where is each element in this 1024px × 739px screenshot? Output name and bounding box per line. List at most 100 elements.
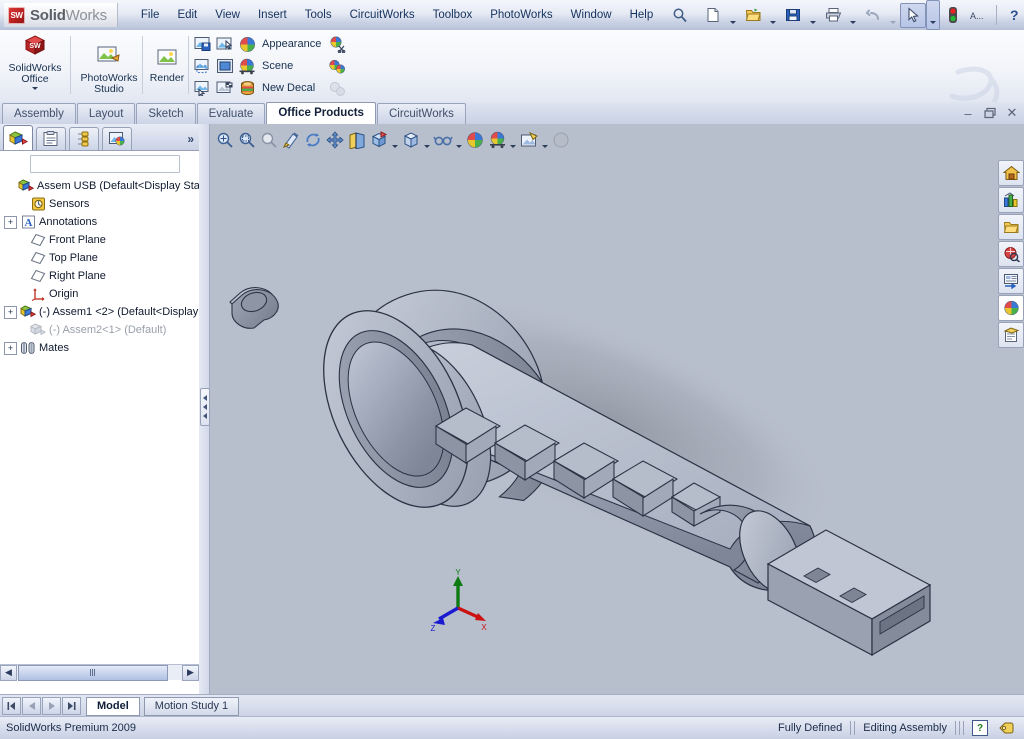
search-button[interactable] — [998, 241, 1024, 267]
render-button[interactable]: Render — [146, 30, 188, 84]
tab-office-products[interactable]: Office Products — [266, 102, 376, 124]
tab-sketch[interactable]: Sketch — [136, 103, 196, 124]
custom-properties-button[interactable] — [998, 322, 1024, 348]
save-dropdown[interactable] — [806, 0, 820, 30]
shadow-button[interactable] — [550, 129, 572, 151]
prev-tab-button[interactable] — [22, 697, 41, 715]
tree-item-origin[interactable]: Origin — [2, 285, 200, 303]
undo-button[interactable] — [860, 3, 886, 28]
design-library-button[interactable] — [998, 187, 1024, 213]
tag-icon[interactable] — [996, 721, 1018, 735]
tree-item-assem1[interactable]: + (-) Assem1 <2> (Default<Display — [2, 303, 200, 321]
appearance-copy-icon[interactable] — [326, 56, 348, 76]
tree-item-mates[interactable]: + Mates — [2, 339, 200, 357]
menu-tools[interactable]: Tools — [296, 6, 341, 24]
edit-appearance-view-button[interactable] — [464, 129, 486, 151]
configuration-manager-tab[interactable] — [69, 127, 99, 150]
render-save-icon[interactable] — [192, 34, 214, 54]
menu-help[interactable]: Help — [621, 6, 663, 24]
tree-item-annotations[interactable]: + A Annotations — [2, 213, 200, 231]
menu-view[interactable]: View — [206, 6, 249, 24]
section-view-button[interactable] — [346, 129, 368, 151]
hide-show-items-button[interactable] — [432, 129, 454, 151]
render-flag-icon[interactable] — [214, 78, 236, 98]
new-decal-label[interactable]: New Decal — [262, 82, 315, 94]
open-document-button[interactable] — [740, 3, 766, 28]
tree-expander-plus[interactable]: + — [4, 215, 17, 229]
restore-document-button[interactable] — [980, 102, 1000, 124]
previous-view-button[interactable] — [280, 129, 302, 151]
scroll-right-arrow-icon[interactable]: ▶ — [182, 664, 199, 681]
tree-item-top-plane[interactable]: Top Plane — [2, 249, 200, 267]
menu-insert[interactable]: Insert — [249, 6, 296, 24]
rebuild-button[interactable] — [940, 3, 966, 28]
menu-window[interactable]: Window — [562, 6, 621, 24]
splitter-grip-handle[interactable] — [200, 388, 210, 426]
solidworks-office-button[interactable]: SW SolidWorks Office — [2, 30, 68, 90]
appearance-sphere-icon[interactable] — [236, 34, 258, 54]
apply-scene-dropdown[interactable] — [508, 126, 518, 154]
tree-item-sensors[interactable]: Sensors — [2, 195, 200, 213]
view-settings-dropdown[interactable] — [540, 126, 550, 154]
close-document-button[interactable]: ✕ — [1002, 102, 1022, 124]
graphics-viewport[interactable]: Y X Z — [210, 124, 1024, 694]
render-preview-icon[interactable] — [192, 56, 214, 76]
tab-model[interactable]: Model — [86, 696, 140, 716]
menu-edit[interactable]: Edit — [168, 6, 206, 24]
print-button[interactable] — [820, 3, 846, 28]
save-button[interactable] — [780, 3, 806, 28]
view-settings-button[interactable] — [518, 129, 540, 151]
view-orientation-dropdown[interactable] — [390, 126, 400, 154]
appearances-scenes-button[interactable] — [998, 295, 1024, 321]
panel-splitter[interactable] — [199, 124, 210, 694]
pan-button[interactable] — [324, 129, 346, 151]
scroll-left-arrow-icon[interactable]: ◀ — [0, 664, 17, 681]
search-icon[interactable] — [672, 4, 688, 26]
scene-label[interactable]: Scene — [262, 60, 293, 72]
scene-frame-icon[interactable] — [214, 56, 236, 76]
tab-assembly[interactable]: Assembly — [2, 103, 76, 124]
tab-layout[interactable]: Layout — [76, 103, 136, 124]
next-tab-button[interactable] — [42, 697, 61, 715]
zoom-fit-button[interactable] — [214, 129, 236, 151]
tree-expander-plus[interactable]: + — [4, 305, 17, 319]
rotate-view-button[interactable] — [302, 129, 324, 151]
tree-item-assem-usb[interactable]: Assem USB (Default<Display State-1 — [2, 177, 200, 195]
file-explorer-button[interactable] — [998, 214, 1024, 240]
decal-bucket-icon[interactable] — [236, 78, 258, 98]
property-manager-tab[interactable] — [36, 127, 66, 150]
appearance-label[interactable]: Appearance — [262, 38, 321, 50]
feature-tree-horizontal-scrollbar[interactable]: ◀ ▶ — [0, 664, 199, 681]
photoworks-studio-button[interactable]: PhotoWorks Studio — [74, 30, 144, 95]
view-palette-button[interactable] — [998, 268, 1024, 294]
hide-show-items-dropdown[interactable] — [454, 126, 464, 154]
open-document-dropdown[interactable] — [766, 0, 780, 30]
display-style-button[interactable] — [400, 129, 422, 151]
first-tab-button[interactable] — [2, 697, 21, 715]
view-orientation-button[interactable] — [368, 129, 390, 151]
menu-photoworks[interactable]: PhotoWorks — [481, 6, 561, 24]
feature-manager-tab[interactable] — [3, 125, 33, 150]
help-button[interactable]: ? — [1001, 3, 1024, 28]
last-tab-button[interactable] — [62, 697, 81, 715]
usb-flash-drive-model[interactable] — [210, 124, 1024, 694]
select-button[interactable] — [900, 2, 927, 28]
new-document-dropdown[interactable] — [726, 0, 740, 30]
display-style-dropdown[interactable] — [422, 126, 432, 154]
scrollbar-thumb[interactable] — [18, 664, 168, 681]
status-help-icon[interactable]: ? — [972, 720, 988, 736]
tab-evaluate[interactable]: Evaluate — [196, 103, 266, 124]
tree-item-assem2[interactable]: (-) Assem2<1> (Default) — [2, 321, 200, 339]
feature-tree-filter-input[interactable] — [30, 155, 180, 173]
solidworks-resources-button[interactable] — [998, 160, 1024, 186]
tree-expander-plus[interactable]: + — [4, 341, 17, 355]
options-button[interactable]: A... — [966, 3, 992, 28]
select-dropdown[interactable] — [926, 0, 941, 30]
more-tabs-icon[interactable]: » — [187, 132, 194, 146]
menu-circuitworks[interactable]: CircuitWorks — [341, 6, 424, 24]
render-select-icon[interactable] — [214, 34, 236, 54]
tree-item-front-plane[interactable]: Front Plane — [2, 231, 200, 249]
zoom-area-button[interactable] — [236, 129, 258, 151]
print-dropdown[interactable] — [846, 0, 860, 30]
apply-scene-button[interactable] — [486, 129, 508, 151]
